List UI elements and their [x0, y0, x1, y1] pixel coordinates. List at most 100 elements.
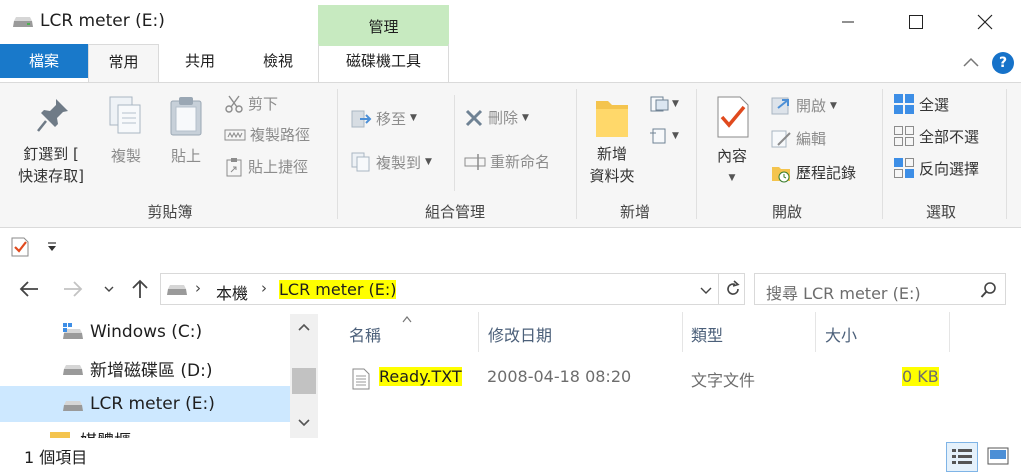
paste-icon [170, 97, 202, 136]
large-icons-view-button[interactable] [983, 442, 1015, 472]
title-bar: LCR meter (E:) 管理 [0, 0, 1021, 46]
new-item-button[interactable]: ▼ [648, 95, 679, 113]
breadcrumb-separator[interactable]: › [261, 279, 267, 297]
item-count: 1 個項目 [24, 448, 88, 467]
paste-shortcut-button[interactable]: 貼上捷徑 [224, 156, 308, 177]
column-divider[interactable] [949, 312, 950, 352]
edit-button[interactable]: 編輯 [770, 128, 826, 149]
tab-home[interactable]: 常用 [88, 44, 159, 82]
pin-label-line1: 釘選到 [ [23, 145, 79, 163]
properties-label: 內容 [716, 147, 747, 165]
delete-label: 刪除 [488, 109, 519, 127]
paste-shortcut-icon [226, 157, 242, 176]
ribbon-separator [576, 89, 577, 219]
chevron-down-icon: ▼ [672, 99, 679, 109]
copy-button[interactable]: 複製 [100, 145, 152, 167]
column-header-type[interactable]: 類型 [691, 322, 723, 346]
search-box[interactable]: 搜尋 LCR meter (E:) [754, 273, 1006, 305]
copy-to-button[interactable]: 複製到 ▼ [350, 151, 432, 173]
column-divider[interactable] [478, 312, 479, 352]
scrollbar-thumb[interactable] [292, 368, 316, 394]
organize-group-label: 組合管理 [424, 203, 485, 221]
ribbon: 釘選到 [ 快速存取] 複製 貼上 剪下 複製路徑 貼上捷徑 剪貼簿 移至 ▼ … [0, 82, 1021, 228]
select-none-button[interactable]: 全部不選 [893, 125, 979, 147]
sidebar-item-windows-c[interactable]: Windows (C:) [0, 314, 290, 350]
search-icon[interactable] [980, 281, 998, 299]
address-dropdown-icon[interactable] [699, 286, 713, 295]
pin-quick-access-button[interactable]: 釘選到 [ 快速存取] [6, 143, 96, 187]
cut-button[interactable]: 剪下 [224, 93, 278, 114]
open-button[interactable]: 開啟 ▼ [770, 95, 837, 116]
file-name[interactable]: Ready.TXT [379, 367, 462, 386]
edit-icon [771, 130, 791, 147]
open-icon [771, 97, 789, 114]
search-placeholder[interactable]: 搜尋 LCR meter (E:) [766, 280, 921, 304]
open-group-label: 開啟 [771, 203, 802, 221]
maximize-button[interactable] [882, 0, 950, 44]
help-icon[interactable]: ? [992, 52, 1014, 74]
sort-ascending-icon [402, 316, 412, 323]
tab-view[interactable]: 檢視 [248, 44, 308, 82]
new-folder-button[interactable]: 新增 資料夾 [580, 143, 644, 187]
invert-selection-button[interactable]: 反向選擇 [893, 157, 979, 179]
breadcrumb-this-pc[interactable]: 本機 [216, 280, 248, 304]
column-header-size[interactable]: 大小 [825, 322, 857, 346]
column-divider[interactable] [815, 312, 816, 352]
libraries-icon [50, 432, 70, 438]
easy-access-button[interactable]: ▼ [648, 127, 679, 145]
breadcrumb-separator[interactable]: › [195, 279, 201, 297]
scroll-up-icon[interactable] [297, 322, 311, 332]
rename-button[interactable]: 重新命名 [464, 151, 550, 172]
sidebar-item-new-volume-d[interactable]: 新增磁碟區 (D:) [0, 350, 290, 386]
drive-icon [167, 285, 187, 295]
paste-shortcut-label: 貼上捷徑 [248, 158, 309, 176]
sidebar-item-libraries[interactable]: 媒體櫃 [0, 422, 290, 438]
sidebar-item-lcr-meter-e[interactable]: LCR meter (E:) [0, 386, 290, 422]
tab-file[interactable]: 檔案 [0, 44, 88, 78]
forward-arrow-icon[interactable] [62, 280, 84, 298]
ribbon-tab-row: 檔案 常用 共用 檢視 磁碟機工具 ? [0, 44, 1021, 82]
tab-drive-tools[interactable]: 磁碟機工具 [318, 44, 449, 82]
file-type: 文字文件 [691, 371, 756, 390]
properties-button[interactable]: 內容 ▼ [706, 145, 758, 189]
move-to-button[interactable]: 移至 ▼ [350, 107, 417, 129]
delete-button[interactable]: 刪除 ▼ [464, 107, 529, 128]
back-arrow-icon[interactable] [18, 280, 40, 298]
chevron-down-icon: ▼ [425, 157, 432, 167]
collapse-ribbon-icon[interactable] [962, 56, 980, 68]
close-button[interactable] [951, 0, 1019, 44]
rename-icon [464, 153, 486, 170]
ribbon-separator [1006, 89, 1007, 219]
up-arrow-icon[interactable] [131, 278, 149, 300]
invert-selection-icon [894, 158, 914, 178]
address-bar[interactable]: › 本機 › LCR meter (E:) [160, 273, 745, 305]
tab-share[interactable]: 共用 [170, 44, 230, 82]
new-folder-label-line1: 新增 [596, 145, 627, 163]
details-view-icon [952, 449, 972, 464]
customize-toolbar-icon[interactable] [46, 242, 58, 252]
select-all-icon [894, 94, 914, 114]
details-view-button[interactable] [946, 442, 978, 472]
contextual-tab-header-label: 管理 [368, 18, 399, 36]
minimize-button[interactable] [814, 0, 882, 44]
history-button[interactable]: 歷程記錄 [770, 162, 856, 183]
breadcrumb-current-drive[interactable]: LCR meter (E:) [279, 280, 397, 299]
invert-selection-label: 反向選擇 [919, 159, 980, 178]
chevron-down-icon: ▼ [410, 113, 417, 123]
properties-quick-icon[interactable] [10, 236, 30, 258]
column-divider[interactable] [682, 312, 683, 352]
select-all-button[interactable]: 全選 [893, 93, 949, 115]
refresh-icon[interactable] [724, 280, 742, 298]
paste-button[interactable]: 貼上 [160, 145, 212, 167]
new-group-label: 新增 [619, 203, 650, 221]
status-bar: 1 個項目 [0, 438, 1021, 473]
scroll-down-icon[interactable] [297, 418, 311, 428]
column-header-name[interactable]: 名稱 [349, 322, 381, 346]
drive-icon [63, 401, 83, 411]
copy-path-label: 複製路徑 [250, 126, 311, 144]
recent-locations-chevron-icon[interactable] [103, 285, 115, 293]
copy-path-button[interactable]: 複製路徑 [224, 124, 310, 145]
history-label: 歷程記錄 [796, 164, 857, 182]
sidebar-scrollbar[interactable] [290, 314, 318, 438]
column-header-modified[interactable]: 修改日期 [488, 322, 552, 346]
